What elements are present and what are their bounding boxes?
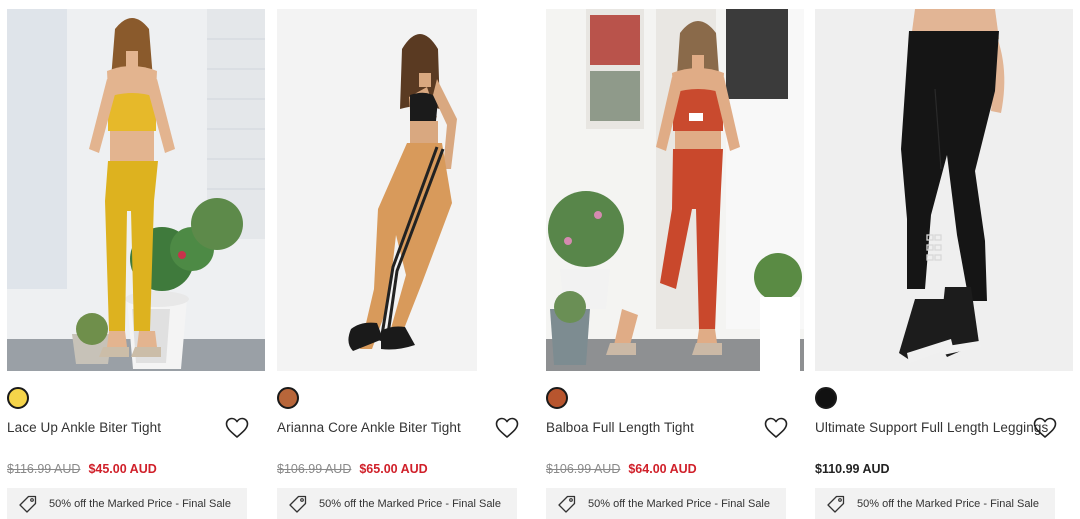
tag-icon: [827, 495, 845, 513]
product-title[interactable]: Arianna Core Ankle Biter Tight: [277, 420, 492, 436]
promo-text: 50% off the Marked Price - Final Sale: [49, 497, 231, 510]
color-swatch[interactable]: [277, 387, 299, 409]
promo-text: 50% off the Marked Price - Final Sale: [319, 497, 501, 510]
color-swatch[interactable]: [815, 387, 837, 409]
product-card: Arianna Core Ankle Biter Tight $106.99 A…: [277, 0, 535, 519]
product-photo: [277, 9, 535, 371]
product-image[interactable]: [7, 9, 265, 371]
heart-icon[interactable]: [1033, 417, 1057, 439]
color-swatch[interactable]: [546, 387, 568, 409]
product-photo: [546, 9, 804, 371]
product-title[interactable]: Ultimate Support Full Length Leggings: [815, 420, 1048, 436]
product-image[interactable]: [546, 9, 804, 371]
product-card: Lace Up Ankle Biter Tight $116.99 AUD $45…: [7, 0, 265, 519]
price-block: $106.99 AUD $65.00 AUD: [277, 461, 428, 477]
promo-badge: 50% off the Marked Price - Final Sale: [277, 488, 517, 519]
product-image[interactable]: [277, 9, 535, 371]
promo-badge: 50% off the Marked Price - Final Sale: [7, 488, 247, 519]
price-block: $116.99 AUD $45.00 AUD: [7, 461, 157, 477]
original-price: $106.99 AUD: [546, 462, 621, 476]
original-price: $116.99 AUD: [7, 462, 81, 476]
tag-icon: [289, 495, 307, 513]
price-block: $106.99 AUD $64.00 AUD: [546, 461, 697, 477]
product-title[interactable]: Lace Up Ankle Biter Tight: [7, 420, 222, 436]
product-card: Ultimate Support Full Length Leggings $1…: [815, 0, 1073, 519]
promo-text: 50% off the Marked Price - Final Sale: [857, 497, 1039, 510]
sale-price: $45.00 AUD: [88, 462, 157, 476]
promo-badge: 50% off the Marked Price - Final Sale: [546, 488, 786, 519]
heart-icon[interactable]: [495, 417, 519, 439]
heart-icon[interactable]: [764, 417, 788, 439]
product-card: Balboa Full Length Tight $106.99 AUD $64.…: [546, 0, 804, 519]
product-grid: Lace Up Ankle Biter Tight $116.99 AUD $45…: [0, 0, 1080, 519]
promo-badge: 50% off the Marked Price - Final Sale: [815, 488, 1055, 519]
tag-icon: [19, 495, 37, 513]
sale-price: $65.00 AUD: [359, 462, 428, 476]
color-swatch[interactable]: [7, 387, 29, 409]
original-price: $106.99 AUD: [277, 462, 352, 476]
regular-price: $110.99 AUD: [815, 462, 890, 476]
tag-icon: [558, 495, 576, 513]
product-photo: [815, 9, 1073, 371]
product-image[interactable]: [815, 9, 1073, 371]
promo-text: 50% off the Marked Price - Final Sale: [588, 497, 770, 510]
product-title[interactable]: Balboa Full Length Tight: [546, 420, 761, 436]
price-block: $110.99 AUD: [815, 461, 890, 477]
sale-price: $64.00 AUD: [628, 462, 697, 476]
product-photo: [7, 9, 265, 371]
heart-icon[interactable]: [225, 417, 249, 439]
